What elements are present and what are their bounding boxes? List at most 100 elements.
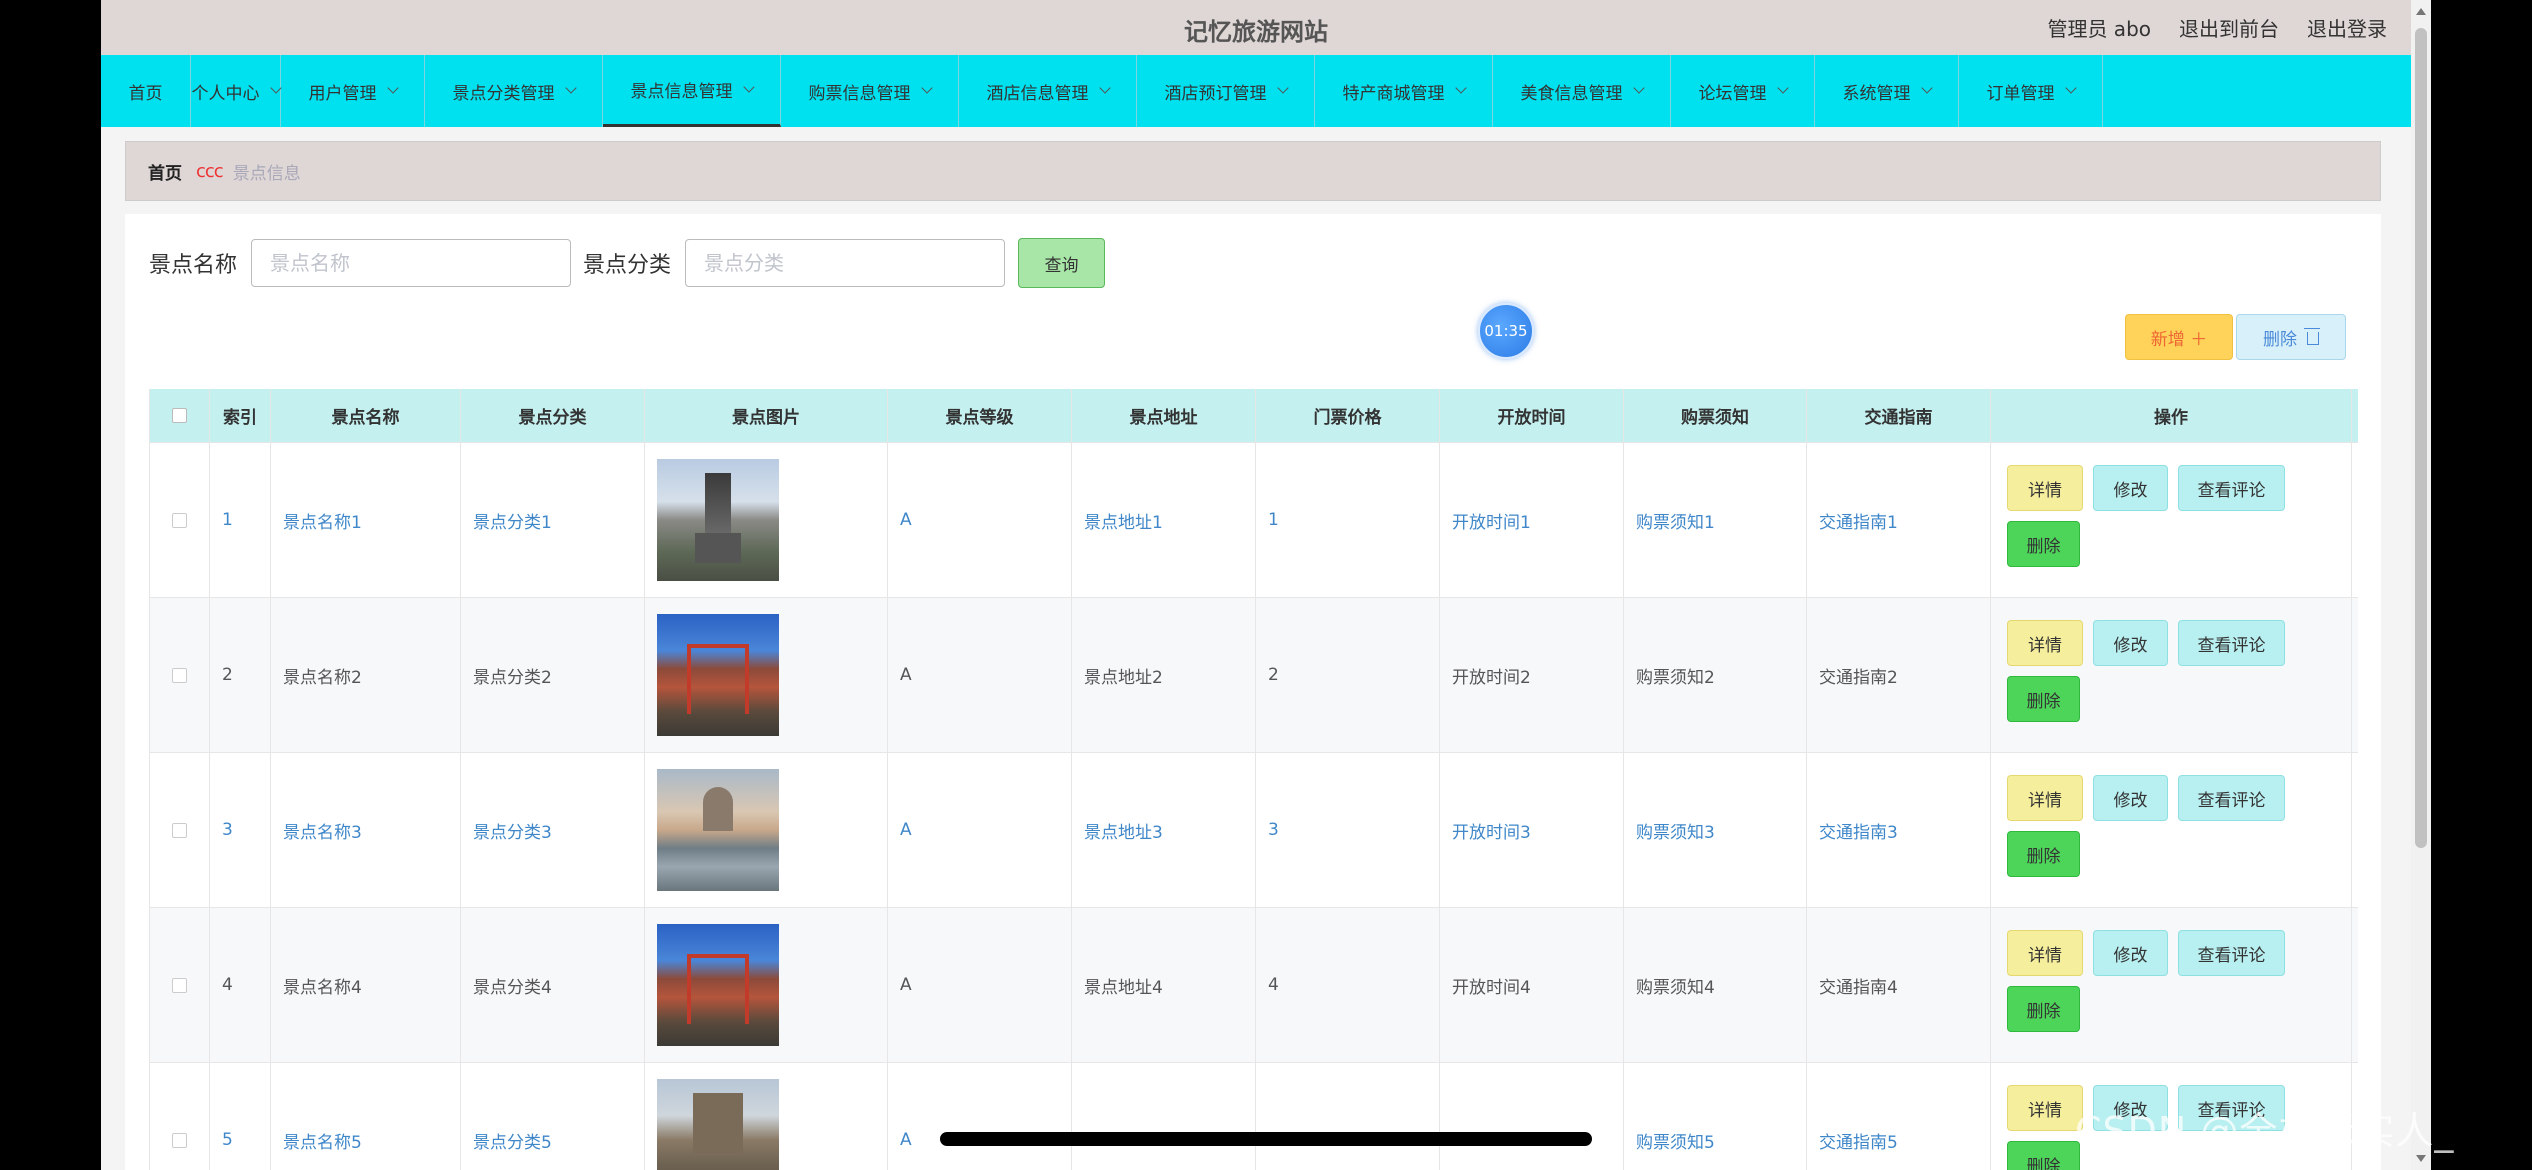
view-reviews-button[interactable]: 查看评论 [2178, 775, 2285, 821]
admin-label: 管理员 abo [2047, 17, 2151, 41]
cell-category[interactable]: 景点分类1 [461, 443, 645, 597]
back-to-front-link[interactable]: 退出到前台 [2179, 13, 2279, 42]
add-button[interactable]: 新增 ＋ [2125, 314, 2233, 360]
cell-name[interactable]: 景点名称5 [271, 1063, 461, 1170]
row-select-cell [150, 908, 210, 1062]
nav-label: 美食信息管理 [1520, 83, 1623, 104]
trash-icon [2304, 327, 2320, 345]
chevron-down-icon [920, 82, 933, 94]
logout-link[interactable]: 退出登录 [2307, 13, 2387, 42]
delete-button[interactable]: 删除 [2007, 1141, 2080, 1170]
query-button[interactable]: 查询 [1018, 238, 1106, 288]
cell-price [1256, 1063, 1440, 1170]
cell-index: 2 [210, 598, 271, 752]
breadcrumb-home[interactable]: 首页 [148, 159, 182, 184]
nav-item-category-management[interactable]: 景点分类管理 [425, 55, 603, 127]
cell-price: 3 [1256, 753, 1440, 907]
vertical-scrollbar[interactable] [2411, 0, 2431, 1170]
cell-image [645, 908, 888, 1062]
nav-label: 景点信息管理 [630, 82, 733, 102]
edit-button[interactable]: 修改 [2093, 775, 2168, 821]
delete-button[interactable]: 删除 [2007, 986, 2080, 1032]
home-indicator-bar [940, 1132, 1592, 1146]
table-row: 1 景点名称1 景点分类1 A 景点地址1 1 开放时间1 购票须知1 交通指南… [150, 443, 2358, 598]
cell-level: A [888, 1063, 1072, 1170]
nav-label: 订单管理 [1986, 83, 2055, 104]
attraction-photo[interactable] [657, 459, 779, 581]
attraction-photo[interactable] [657, 614, 779, 736]
detail-button[interactable]: 详情 [2007, 620, 2083, 666]
nav-item-ticket-management[interactable]: 购票信息管理 [781, 55, 959, 127]
chevron-down-icon [1920, 82, 1933, 94]
select-all-checkbox[interactable] [172, 408, 187, 423]
cell-address: 景点地址3 [1072, 753, 1256, 907]
scrollbar-thumb[interactable] [2415, 28, 2427, 848]
cell-notice: 购票须知3 [1624, 753, 1807, 907]
detail-button[interactable]: 详情 [2007, 1085, 2083, 1131]
cell-name[interactable]: 景点名称1 [271, 443, 461, 597]
nav-item-forum-management[interactable]: 论坛管理 [1671, 55, 1815, 127]
cell-notice: 购票须知4 [1624, 908, 1807, 1062]
detail-button[interactable]: 详情 [2007, 775, 2083, 821]
nav-item-personal-center[interactable]: 个人中心 [191, 55, 282, 127]
nav-item-hotel-booking-management[interactable]: 酒店预订管理 [1137, 55, 1315, 127]
cell-price: 1 [1256, 443, 1440, 597]
scroll-down-arrow-icon[interactable] [2416, 1155, 2426, 1162]
delete-button[interactable]: 删除 [2007, 521, 2080, 567]
cell-name[interactable]: 景点名称2 [271, 598, 461, 752]
row-select-cell [150, 443, 210, 597]
row-checkbox[interactable] [172, 667, 187, 683]
breadcrumb: 首页 ccc 景点信息 [125, 141, 2381, 201]
scroll-up-arrow-icon[interactable] [2416, 8, 2426, 15]
view-reviews-button[interactable]: 查看评论 [2178, 465, 2285, 511]
row-select-cell [150, 598, 210, 752]
header-index: 索引 [210, 389, 271, 442]
nav-item-system-management[interactable]: 系统管理 [1815, 55, 1959, 127]
add-button-label: 新增 ＋ [2150, 329, 2208, 350]
view-reviews-button[interactable]: 查看评论 [2178, 620, 2285, 666]
cell-category[interactable]: 景点分类3 [461, 753, 645, 907]
cell-category[interactable]: 景点分类5 [461, 1063, 645, 1170]
nav-item-user-management[interactable]: 用户管理 [281, 55, 425, 127]
table-row: 2 景点名称2 景点分类2 A 景点地址2 2 开放时间2 购票须知2 交通指南… [150, 598, 2358, 753]
batch-delete-button[interactable]: 删除 [2236, 314, 2346, 360]
category-search-input[interactable] [685, 239, 1006, 287]
detail-button[interactable]: 详情 [2007, 465, 2083, 511]
row-checkbox[interactable] [172, 512, 187, 528]
nav-item-specialty-mall-management[interactable]: 特产商城管理 [1315, 55, 1493, 127]
attraction-photo[interactable] [657, 1079, 779, 1170]
cell-category[interactable]: 景点分类2 [461, 598, 645, 752]
view-reviews-button[interactable]: 查看评论 [2178, 930, 2285, 976]
cell-address: 景点地址1 [1072, 443, 1256, 597]
table-row: 5 景点名称5 景点分类5 A 购票须知5 交通指南5 详情 修改 查看评论 删… [150, 1063, 2358, 1170]
row-checkbox[interactable] [172, 977, 187, 993]
cell-open-time: 开放时间2 [1440, 598, 1624, 752]
attraction-photo[interactable] [657, 769, 779, 891]
nav-item-hotel-management[interactable]: 酒店信息管理 [959, 55, 1137, 127]
nav-item-attraction-management[interactable]: 景点信息管理 [603, 55, 781, 127]
header-category: 景点分类 [461, 389, 645, 442]
cell-category[interactable]: 景点分类4 [461, 908, 645, 1062]
nav-item-food-management[interactable]: 美食信息管理 [1493, 55, 1671, 127]
edit-button[interactable]: 修改 [2093, 620, 2168, 666]
nav-label: 首页 [128, 83, 163, 104]
detail-button[interactable]: 详情 [2007, 930, 2083, 976]
edit-button[interactable]: 修改 [2093, 465, 2168, 511]
delete-button[interactable]: 删除 [2007, 831, 2080, 877]
attraction-photo[interactable] [657, 924, 779, 1046]
attractions-table: 索引 景点名称 景点分类 景点图片 景点等级 景点地址 门票价格 开放时间 购票… [149, 389, 2358, 1170]
cell-name[interactable]: 景点名称3 [271, 753, 461, 907]
row-checkbox[interactable] [172, 822, 187, 838]
main-nav: 首页 个人中心 用户管理 景点分类管理 景点信息管理 购票信息管理 酒店信息管理… [101, 55, 2411, 127]
cell-traffic: 交通指南5 [1807, 1063, 1991, 1170]
cell-name[interactable]: 景点名称4 [271, 908, 461, 1062]
delete-button[interactable]: 删除 [2007, 676, 2080, 722]
nav-label: 景点分类管理 [452, 83, 555, 104]
cell-index: 3 [210, 753, 271, 907]
name-search-input[interactable] [251, 239, 572, 287]
nav-item-order-management[interactable]: 订单管理 [1959, 55, 2103, 127]
cell-price: 4 [1256, 908, 1440, 1062]
nav-item-home[interactable]: 首页 [101, 55, 191, 127]
row-checkbox[interactable] [172, 1132, 187, 1148]
edit-button[interactable]: 修改 [2093, 930, 2168, 976]
